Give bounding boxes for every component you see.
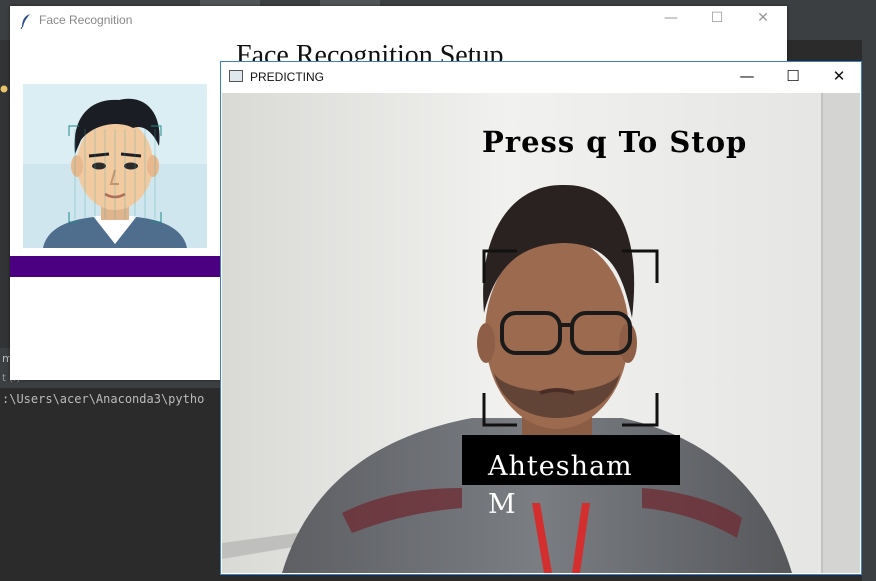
minimize-button[interactable]: — bbox=[660, 10, 682, 30]
console-panel bbox=[0, 388, 220, 581]
ide-project-sidebar bbox=[0, 40, 10, 380]
minimize-button[interactable]: — bbox=[735, 67, 759, 87]
close-button[interactable]: ✕ bbox=[827, 67, 851, 87]
title-bar[interactable]: Face Recognition — ☐ ✕ bbox=[10, 6, 787, 35]
maximize-button[interactable]: ☐ bbox=[706, 10, 728, 30]
window-title: Face Recognition bbox=[39, 13, 133, 27]
feather-icon bbox=[20, 14, 30, 29]
app-window-icon bbox=[229, 70, 243, 82]
title-bar[interactable]: PREDICTING — ☐ ✕ bbox=[221, 62, 861, 92]
predicting-window: PREDICTING — ☐ ✕ Press q To Stop Ahtesha… bbox=[220, 61, 862, 575]
bulb-icon bbox=[0, 85, 8, 93]
ide-toolbar-right bbox=[787, 0, 876, 40]
camera-feed: Press q To Stop Ahtesham M bbox=[222, 93, 860, 573]
window-title: PREDICTING bbox=[250, 70, 325, 84]
predicted-name-label: Ahtesham M bbox=[488, 451, 633, 520]
stop-instruction-text: Press q To Stop bbox=[482, 125, 748, 159]
face-scan-illustration bbox=[23, 84, 207, 248]
close-button[interactable]: ✕ bbox=[752, 10, 774, 30]
console-output: :\Users\acer\Anaconda3\pytho bbox=[2, 392, 205, 406]
ide-right-sidebar bbox=[862, 40, 876, 581]
maximize-button[interactable]: ☐ bbox=[781, 67, 805, 87]
